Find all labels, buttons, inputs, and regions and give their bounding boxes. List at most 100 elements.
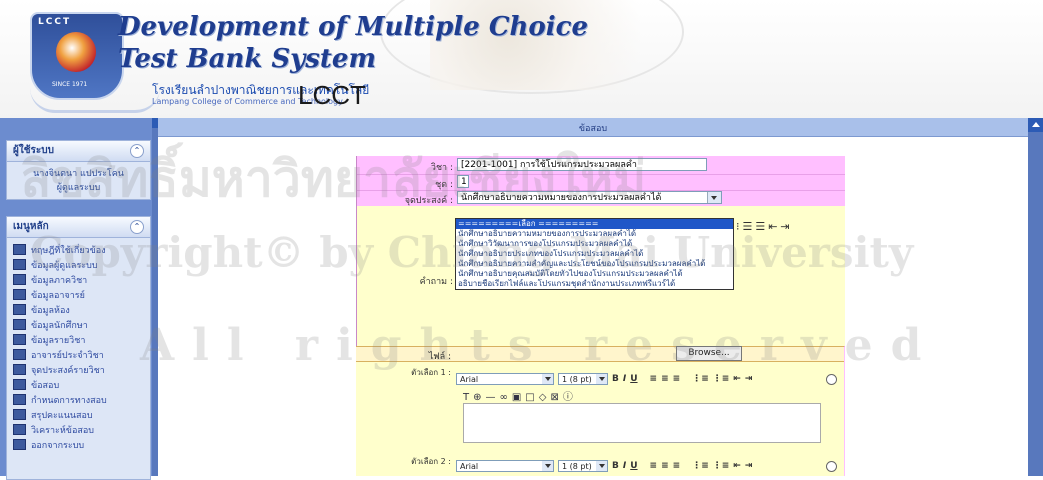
choice2-correct-radio[interactable] [826, 461, 837, 472]
menu-item-rooms[interactable]: ข้อมูลห้อง [13, 302, 144, 317]
font-size-select[interactable]: 1 (8 pt) [558, 460, 608, 472]
italic-icon[interactable]: I [623, 461, 626, 471]
collapse-user-panel-icon[interactable]: ⌃ [130, 144, 144, 158]
dropdown-option[interactable]: นักศึกษาอธิบายความหมายของการประมวลผลคำได… [456, 229, 733, 239]
align-center-icon[interactable]: ≡ [661, 461, 669, 471]
menu-item-admins[interactable]: ข้อมูลผู้ดูแลระบบ [13, 257, 144, 272]
menu-item-departments[interactable]: ข้อมูลภาควิชา [13, 272, 144, 287]
underline-icon[interactable]: U [630, 374, 637, 384]
choice1-toolbar-row2[interactable]: T⊕—∞▣□◇⊠ⓘ [463, 388, 577, 403]
menu-item-teachers[interactable]: ข้อมูลอาจารย์ [13, 287, 144, 302]
menu-item-objectives[interactable]: จุดประสงค์รายวิชา [13, 362, 144, 377]
dropdown-option[interactable]: =========เลือก ========= [456, 219, 733, 229]
decor-swoosh [30, 88, 160, 113]
font-size-select[interactable]: 1 (8 pt) [558, 373, 608, 385]
ordered-list-icon[interactable]: ⋮≡ [692, 374, 709, 384]
browse-button[interactable]: Browse... [676, 346, 742, 361]
align-left-icon[interactable]: ≡ [650, 374, 658, 384]
user-panel-title: ผู้ใช้ระบบ [13, 145, 54, 156]
scroll-up-icon[interactable] [1028, 118, 1043, 132]
menu-icon [13, 319, 26, 330]
table-icon[interactable]: □ [525, 392, 538, 403]
collapse-menu-icon[interactable]: ⌃ [130, 220, 144, 234]
menu-icon [13, 349, 26, 360]
menu-icon [13, 334, 26, 345]
font-select[interactable]: Arial [456, 373, 554, 385]
align-center-icon[interactable]: ≡ [661, 374, 669, 384]
app-title-line2: Test Bank System [118, 44, 376, 74]
menu-item-subjects[interactable]: ข้อมูลรายวิชา [13, 332, 144, 347]
font-select[interactable]: Arial [456, 460, 554, 472]
user-role: ผู้ดูแลระบบ [56, 183, 101, 193]
main-menu-panel: เมนูหลัก ⌃ ทฤษฎีที่ใช้เกี่ยวข้อง ข้อมูลผ… [6, 216, 151, 480]
subject-row: วิชา : [2201-1001] การใช้โปรแกรมประมวลผล… [357, 156, 845, 175]
info-icon[interactable]: ⓘ [563, 392, 577, 403]
choice1-correct-radio[interactable] [826, 374, 837, 385]
menu-item-logout[interactable]: ออกจากระบบ [13, 437, 144, 452]
outdent-icon[interactable]: ⇤ [733, 461, 741, 471]
text-color-icon[interactable]: T [463, 392, 473, 403]
globe-icon [56, 32, 96, 72]
link-icon[interactable]: ∞ [500, 392, 512, 403]
menu-icon [13, 409, 26, 420]
outdent-icon[interactable]: ⇤ [733, 374, 741, 384]
school-abbr: LCCT [298, 80, 366, 110]
align-left-icon[interactable]: ≡ [650, 461, 658, 471]
dropdown-option[interactable]: นักศึกษาอธิบายความสำคัญและประโยชน์ของโปร… [456, 259, 733, 269]
indent-icon[interactable]: ⇥ [745, 374, 753, 384]
menu-item-subject-teachers[interactable]: อาจารย์ประจำวิชา [13, 347, 144, 362]
unordered-list-icon[interactable]: ⋮≡ [713, 461, 730, 471]
align-right-icon[interactable]: ≡ [673, 461, 681, 471]
code-icon[interactable]: ◇ [539, 392, 551, 403]
ordered-list-icon[interactable]: ⋮≡ [692, 461, 709, 471]
chevron-down-icon[interactable] [596, 461, 607, 471]
menu-item-score-summary[interactable]: สรุปคะแนนสอบ [13, 407, 144, 422]
chevron-down-icon[interactable] [542, 461, 553, 471]
chevron-down-icon[interactable] [542, 374, 553, 384]
question-editor-toolbar[interactable]: ⁝☰☰⇤⇥ [736, 220, 793, 233]
logo-since: SINCE 1971 [52, 81, 88, 88]
highlight-icon[interactable]: ⊕ [473, 392, 485, 403]
bold-icon[interactable]: B [612, 374, 619, 384]
align-right-icon[interactable]: ≡ [673, 374, 681, 384]
menu-icon [13, 259, 26, 270]
objective-dropdown-list[interactable]: =========เลือก ========= นักศึกษาอธิบายค… [455, 218, 734, 290]
menu-icon [13, 379, 26, 390]
clean-icon[interactable]: ⊠ [550, 392, 562, 403]
indent-icon[interactable]: ⇥ [745, 461, 753, 471]
set-label: ชุด : [435, 180, 453, 190]
unordered-list-icon[interactable]: ⋮≡ [713, 374, 730, 384]
menu-item-exam-analysis[interactable]: วิเคราะห์ข้อสอบ [13, 422, 144, 437]
chevron-down-icon[interactable] [707, 192, 721, 203]
menu-icon [13, 364, 26, 375]
choice1-textarea[interactable] [463, 403, 821, 443]
subject-field[interactable]: [2201-1001] การใช้โปรแกรมประมวลผลคำ [457, 158, 707, 171]
image-icon[interactable]: ▣ [512, 392, 525, 403]
set-field[interactable]: 1 [457, 175, 469, 188]
menu-item-theory[interactable]: ทฤษฎีที่ใช้เกี่ยวข้อง [13, 242, 144, 257]
menu-list: ทฤษฎีที่ใช้เกี่ยวข้อง ข้อมูลผู้ดูแลระบบ … [7, 238, 150, 456]
objective-label: จุดประสงค์ : [404, 196, 453, 206]
dropdown-option[interactable]: อธิบายชื่อเรียกไฟล์และโปรแกรมชุดสำนักงาน… [456, 279, 733, 289]
dropdown-option[interactable]: นักศึกษาวิวัฒนาการของโปรแกรมประมวลผลคำได… [456, 239, 733, 249]
menu-item-schedule[interactable]: กำหนดการทางสอบ [13, 392, 144, 407]
hr-icon[interactable]: — [486, 392, 500, 403]
main-scrollbar[interactable] [1028, 118, 1043, 476]
dropdown-option[interactable]: นักศึกษาอธิบายคุณสมบัติโดยทั่วไปของโปรแก… [456, 269, 733, 279]
chevron-down-icon[interactable] [596, 374, 607, 384]
menu-icon [13, 304, 26, 315]
section-title: ข้อสอบ [578, 124, 608, 134]
italic-icon[interactable]: I [623, 374, 626, 384]
dropdown-option[interactable]: นักศึกษาอธิบายประเภทของโปรแกรมประมวลผลคำ… [456, 249, 733, 259]
menu-icon [13, 289, 26, 300]
objective-select[interactable]: นักศึกษาอธิบายความหมายของการประมวลผลคำได… [457, 191, 722, 204]
objective-row: จุดประสงค์ : นักศึกษาอธิบายความหมายของกา… [357, 190, 845, 207]
set-row: ชุด : 1 [357, 174, 845, 191]
file-label: ไฟล์ : [428, 352, 451, 362]
underline-icon[interactable]: U [630, 461, 637, 471]
menu-item-students[interactable]: ข้อมูลนักศึกษา [13, 317, 144, 332]
app-title-line1: Development of Multiple Choice [118, 12, 589, 42]
menu-item-exams[interactable]: ข้อสอบ [13, 377, 144, 392]
bold-icon[interactable]: B [612, 461, 619, 471]
menu-icon [13, 424, 26, 435]
